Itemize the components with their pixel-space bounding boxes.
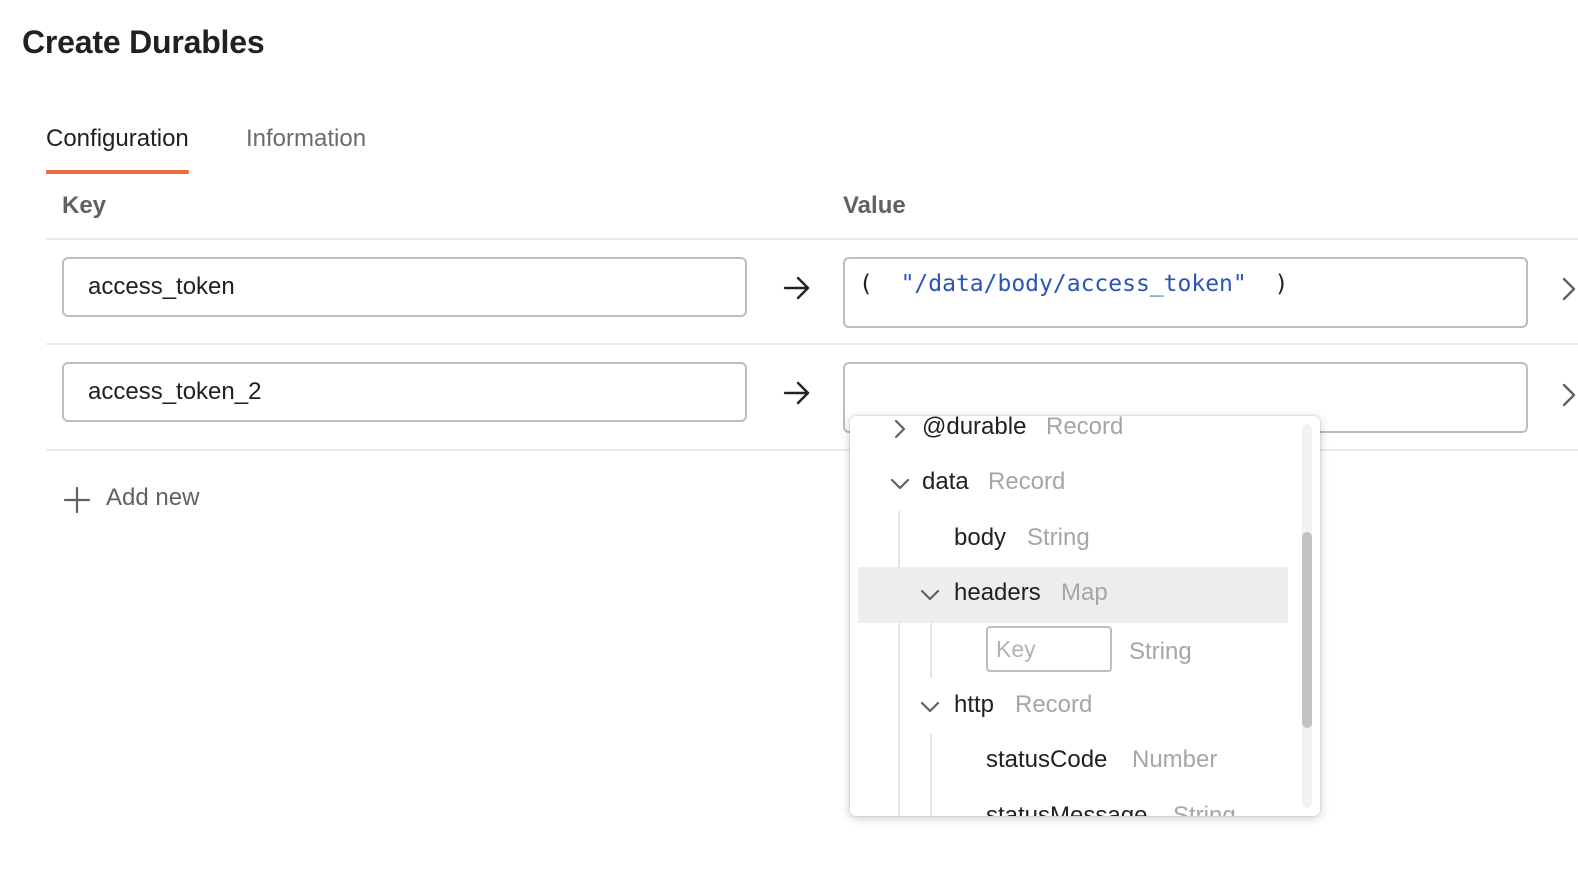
tree-item-type: Record (1046, 416, 1124, 440)
map-key-input[interactable] (986, 626, 1112, 672)
add-new-label: Add new (106, 484, 200, 511)
path-string: "/data/body/access_token" (900, 271, 1247, 297)
chevron-down-icon[interactable] (918, 583, 942, 607)
page-title: Create Durables (22, 24, 265, 60)
tree-item-statuscode[interactable]: statusCode Number (858, 734, 1288, 790)
tree-item-headers[interactable]: headers Map (858, 567, 1288, 623)
tree-guide-line (930, 622, 932, 678)
tree-item-statusmessage[interactable]: statusMessage String (858, 790, 1288, 816)
arrow-right-icon (783, 381, 810, 405)
tree-item-type: String (1027, 524, 1090, 551)
chevron-down-icon[interactable] (888, 472, 912, 496)
tree-item-name: statusMessage (986, 802, 1148, 816)
arrow-right-icon (783, 276, 810, 300)
tree-item-name: headers (954, 579, 1041, 606)
tab-configuration[interactable]: Configuration (46, 120, 189, 174)
tree-item-data[interactable]: data Record (858, 456, 1288, 512)
paren-open: ( (859, 271, 873, 297)
tab-information[interactable]: Information (246, 120, 366, 158)
tree-item-name: data (922, 468, 969, 495)
tree-item-body[interactable]: body String (858, 512, 1288, 568)
tree-item-http[interactable]: http Record (858, 679, 1288, 735)
paren-close: ) (1274, 271, 1289, 297)
key-column-header: Key (62, 192, 107, 219)
row-divider (46, 449, 1578, 451)
row-divider (46, 343, 1578, 345)
value-column-header: Value (843, 192, 906, 219)
tree-item-name: http (954, 691, 995, 718)
tree-item-type: String (1129, 638, 1192, 665)
header-divider (46, 238, 1578, 240)
tree-item-type: Number (1132, 746, 1218, 773)
dropdown-scroll-thumb[interactable] (1302, 532, 1312, 728)
value-input-row-1[interactable]: ( "/data/body/access_token" ) (843, 257, 1528, 328)
chevron-down-icon[interactable] (918, 695, 942, 719)
chevron-right-icon[interactable] (1560, 274, 1578, 304)
value-expression: ( "/data/body/access_token" ) (859, 271, 1288, 297)
tree-item-type: Record (1015, 691, 1093, 718)
path-picker-dropdown: @durable Record data Record body String … (850, 416, 1320, 816)
create-durables-page: Create Durables Configuration Informatio… (0, 0, 1578, 880)
key-input-row-1[interactable]: access_token (62, 257, 747, 317)
tree-item-type: Map (1061, 579, 1108, 606)
chevron-right-icon[interactable] (1560, 380, 1578, 410)
tree-item-type: Record (988, 468, 1066, 495)
key-input-row-2[interactable]: access_token_2 (62, 362, 747, 422)
tree-item-name: body (954, 524, 1007, 551)
tree-item-name: @durable (922, 416, 1027, 440)
chevron-right-icon[interactable] (888, 417, 912, 441)
plus-icon (63, 486, 91, 514)
tree-item-name: statusCode (986, 746, 1108, 773)
tree-item-type: String (1173, 802, 1236, 816)
tree-item-durable[interactable]: @durable Record (858, 416, 1288, 457)
